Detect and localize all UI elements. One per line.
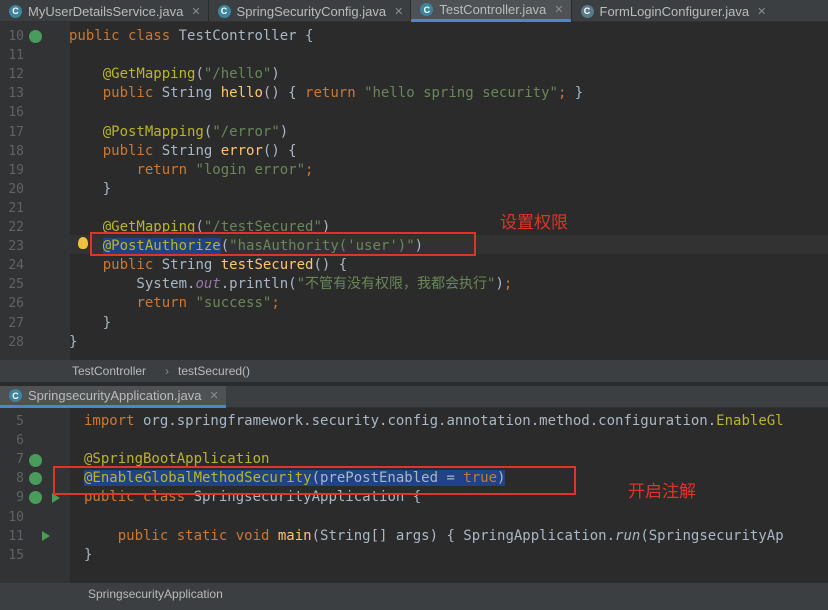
tab-label: SpringSecurityConfig.java xyxy=(236,3,387,19)
code-line[interactable]: 10 xyxy=(0,508,828,527)
code-line[interactable]: 28} xyxy=(0,333,828,352)
line-number: 7 xyxy=(16,452,24,468)
line-number: 19 xyxy=(8,162,24,178)
line-number: 16 xyxy=(8,105,24,121)
breadcrumb-class[interactable]: SpringsecurityApplication xyxy=(88,583,223,605)
code-text: import org.springframework.security.conf… xyxy=(84,413,784,429)
code-line[interactable]: 25 System.out.println("不管有没有权限，我都会执行"); xyxy=(0,275,828,294)
class-icon: C xyxy=(9,389,22,402)
spring-search-icon[interactable] xyxy=(29,454,42,467)
run-icon[interactable] xyxy=(42,531,50,541)
breadcrumb-method[interactable]: testSecured() xyxy=(178,360,250,382)
spring-bean-icon[interactable] xyxy=(29,472,42,485)
line-number: 20 xyxy=(8,181,24,197)
tab-label: TestController.java xyxy=(439,2,547,17)
highlight-box-postauthorize xyxy=(90,232,476,256)
line-number: 26 xyxy=(8,296,24,312)
line-number: 11 xyxy=(8,48,24,64)
line-number: 5 xyxy=(16,414,24,429)
code-line[interactable]: 21 xyxy=(0,199,828,218)
code-line[interactable]: 24 public String testSecured() { xyxy=(0,256,828,275)
line-number: 12 xyxy=(8,67,24,83)
code-text: return "success"; xyxy=(136,295,280,312)
close-icon[interactable]: ✕ xyxy=(394,5,403,18)
line-number: 10 xyxy=(8,509,24,525)
spring-bean-icon[interactable] xyxy=(29,30,42,43)
code-text: } xyxy=(69,180,112,197)
code-text: @PostMapping("/error") xyxy=(102,123,289,140)
code-line[interactable]: 18 public String error() { xyxy=(0,142,828,161)
code-line[interactable]: 20 } xyxy=(0,180,828,199)
code-line[interactable]: 19 return "login error"; xyxy=(0,161,828,180)
code-line[interactable]: 6 xyxy=(0,431,828,450)
breadcrumb-class[interactable]: TestController xyxy=(72,360,146,382)
close-icon[interactable]: ✕ xyxy=(554,3,563,16)
code-line[interactable]: 27 } xyxy=(0,314,828,333)
line-number: 6 xyxy=(16,433,24,449)
code-line[interactable]: 15} xyxy=(0,546,828,565)
breadcrumb: TestController › testSecured() xyxy=(0,360,828,382)
code-line[interactable]: 26 return "success"; xyxy=(0,294,828,313)
line-number: 15 xyxy=(8,547,24,563)
line-number: 28 xyxy=(8,334,24,350)
tab-springsecurityconfig[interactable]: C SpringSecurityConfig.java ✕ xyxy=(209,0,411,22)
code-text: } xyxy=(69,314,112,331)
code-text: } xyxy=(84,546,93,563)
tab-label: MyUserDetailsService.java xyxy=(28,3,184,19)
spring-bean-icon[interactable] xyxy=(29,491,42,504)
class-icon: C xyxy=(420,3,434,16)
annotation-enable-annotation: 开启注解 xyxy=(628,482,696,502)
code-line[interactable]: 5 import org.springframework.security.con… xyxy=(0,412,828,431)
line-number: 21 xyxy=(8,200,24,216)
code-text: public String hello() { return "hello sp… xyxy=(102,85,584,102)
code-line[interactable]: 13 public String hello() { return "hello… xyxy=(0,84,828,103)
line-number: 11 xyxy=(8,528,24,544)
tab-myuserdetailsservice[interactable]: C MyUserDetailsService.java ✕ xyxy=(0,0,208,22)
editor2-tab-bar: C SpringsecurityApplication.java ✕ xyxy=(0,386,828,408)
close-icon[interactable]: ✕ xyxy=(191,5,200,18)
class-icon: C xyxy=(9,4,22,18)
class-icon: C xyxy=(580,4,594,18)
line-number: 8 xyxy=(16,471,24,487)
code-line[interactable]: 16 xyxy=(0,103,828,122)
class-icon: C xyxy=(217,4,231,18)
breadcrumb-separator: › xyxy=(165,364,169,378)
code-line[interactable]: 10 public class TestController { xyxy=(0,27,828,46)
editor-tab-bar: C MyUserDetailsService.java ✕ C SpringSecur… xyxy=(0,0,828,22)
code-line[interactable]: 17 @PostMapping("/error") xyxy=(0,123,828,142)
code-text: public String testSecured() { xyxy=(102,257,348,274)
line-number: 22 xyxy=(8,220,24,235)
code-line[interactable]: 11 xyxy=(0,46,828,65)
code-text: return "login error"; xyxy=(136,161,314,178)
line-number: 27 xyxy=(8,315,24,331)
line-number: 9 xyxy=(16,490,24,506)
tab-testcontroller[interactable]: C TestController.java ✕ xyxy=(411,0,571,22)
line-number: 23 xyxy=(8,239,24,255)
code-text: public class TestController { xyxy=(69,28,314,44)
line-number: 24 xyxy=(8,258,24,274)
code-line[interactable]: 12 @GetMapping("/hello") xyxy=(0,65,828,84)
annotation-set-permission: 设置权限 xyxy=(500,213,568,233)
line-number: 18 xyxy=(8,143,24,159)
code-text: } xyxy=(69,333,78,350)
close-icon[interactable]: ✕ xyxy=(209,389,218,402)
line-number: 25 xyxy=(8,277,24,293)
code-text: public static void main(String[] args) {… xyxy=(117,527,784,544)
code-text: public String error() { xyxy=(102,142,297,159)
code-text: System.out.println("不管有没有权限，我都会执行"); xyxy=(69,276,513,293)
code-text: @GetMapping("/hello") xyxy=(102,66,280,83)
highlight-box-enableglobalmethodsecurity xyxy=(53,466,576,495)
lightbulb-icon[interactable] xyxy=(78,237,88,249)
close-icon[interactable]: ✕ xyxy=(757,5,766,18)
code-line[interactable]: 11 public static void main(String[] args… xyxy=(0,527,828,546)
line-number: 10 xyxy=(8,29,24,44)
breadcrumb2: SpringsecurityApplication xyxy=(0,583,828,610)
line-number: 17 xyxy=(8,124,24,140)
tab-label: SpringsecurityApplication.java xyxy=(28,388,202,403)
tab-label: FormLoginConfigurer.java xyxy=(599,3,750,19)
tab-formloginconfigurer[interactable]: C FormLoginConfigurer.java ✕ xyxy=(572,0,774,22)
line-number: 13 xyxy=(8,86,24,102)
tab-springsecurityapplication[interactable]: C SpringsecurityApplication.java ✕ xyxy=(0,386,226,408)
